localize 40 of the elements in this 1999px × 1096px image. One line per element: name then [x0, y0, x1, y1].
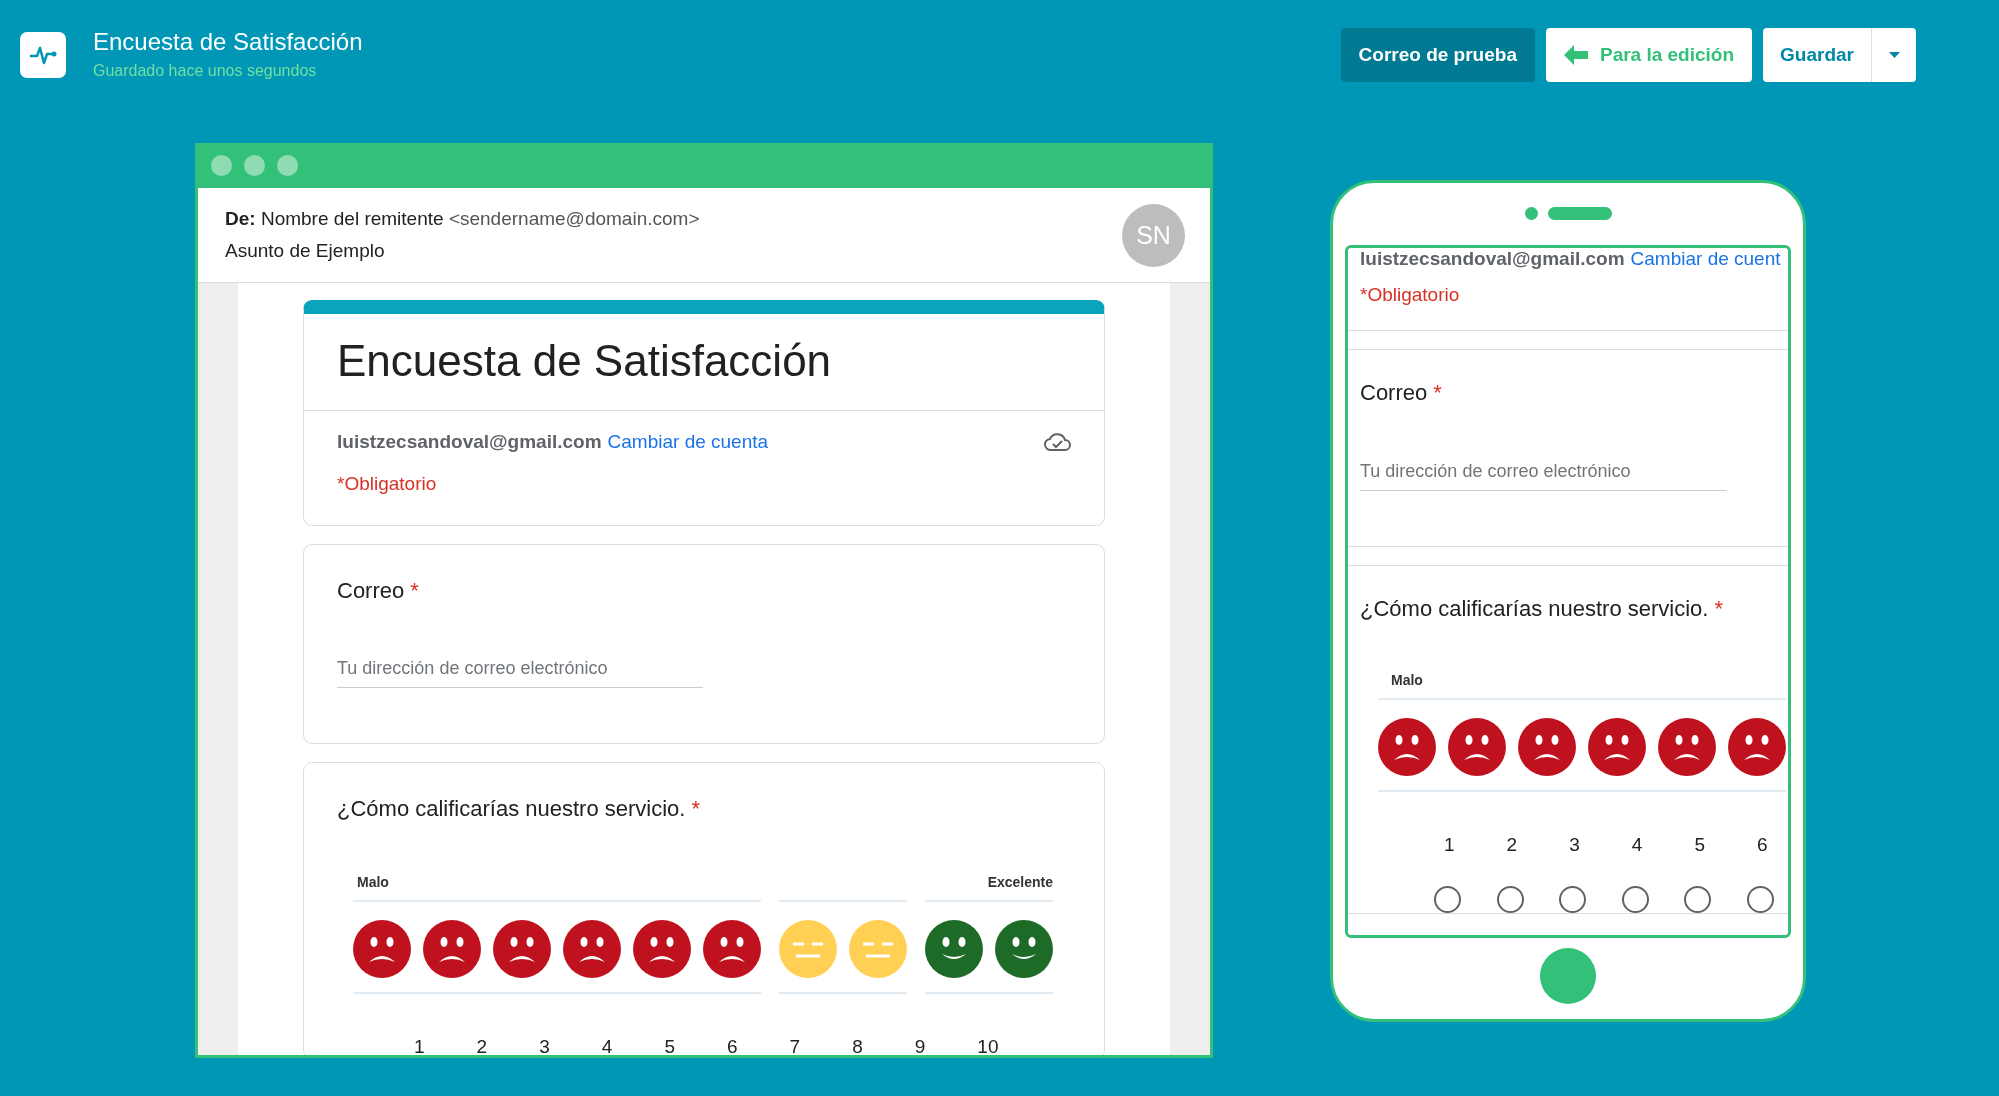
save-button[interactable]: Guardar: [1763, 28, 1872, 82]
scale-number: 5: [1694, 834, 1706, 856]
scale-low-label: Malo: [356, 874, 390, 890]
scale-number: 6: [1756, 834, 1769, 856]
scale-number: 4: [601, 1036, 614, 1055]
scale-number: 6: [726, 1036, 739, 1055]
form-title: Encuesta de Satisfacción: [304, 314, 1104, 411]
question-label: ¿Cómo calificarías nuestro servicio. *: [1360, 596, 1724, 622]
back-to-edit-button[interactable]: Para la edición: [1545, 28, 1753, 82]
test-email-button[interactable]: Correo de prueba: [1340, 28, 1535, 82]
email-input-field[interactable]: Tu dirección de correo electrónico: [1360, 461, 1727, 491]
save-status: Guardado hace unos segundos: [93, 62, 318, 80]
scale-number: 2: [476, 1036, 489, 1055]
switch-account-link[interactable]: Cambiar de cuent: [1630, 248, 1781, 270]
scale-number: 2: [1506, 834, 1519, 856]
scale-number: 8: [852, 1036, 864, 1055]
required-note: *Obligatorio: [1359, 283, 1461, 307]
scale-number: 1: [414, 1036, 426, 1055]
scale-number: 5: [664, 1036, 676, 1055]
document-title: Encuesta de Satisfacción: [93, 28, 363, 56]
scale-number: 4: [1631, 834, 1644, 856]
scale-number: 1: [1444, 834, 1456, 856]
scale-number: 7: [789, 1036, 802, 1055]
scale-number: 9: [914, 1036, 927, 1055]
question-label: Correo *: [337, 578, 420, 604]
scale-number: 3: [1569, 834, 1581, 856]
email-subject: Asunto de Ejemplo: [225, 240, 386, 262]
sender-avatar: SN: [1122, 203, 1185, 267]
scale-number: 3: [539, 1036, 551, 1055]
sender-line: De: Nombre del remitente <sendername@domain.com>: [225, 208, 701, 230]
question-label: Correo *: [1360, 380, 1443, 406]
email-input-field[interactable]: Tu dirección de correo electrónico: [337, 658, 703, 688]
scale-high-label: Excelente: [986, 874, 1054, 890]
switch-account-link[interactable]: Cambiar de cuenta: [607, 431, 769, 452]
account-email: luistzecsandoval@gmail.com: [1360, 248, 1625, 270]
scale-number: 10: [977, 1036, 1000, 1055]
question-label: ¿Cómo calificarías nuestro servicio. *: [337, 796, 701, 822]
scale-low-label: Malo: [1390, 672, 1424, 688]
account-email: luistzecsandoval@gmail.com: [337, 431, 602, 452]
required-note: *Obligatorio: [336, 472, 438, 496]
